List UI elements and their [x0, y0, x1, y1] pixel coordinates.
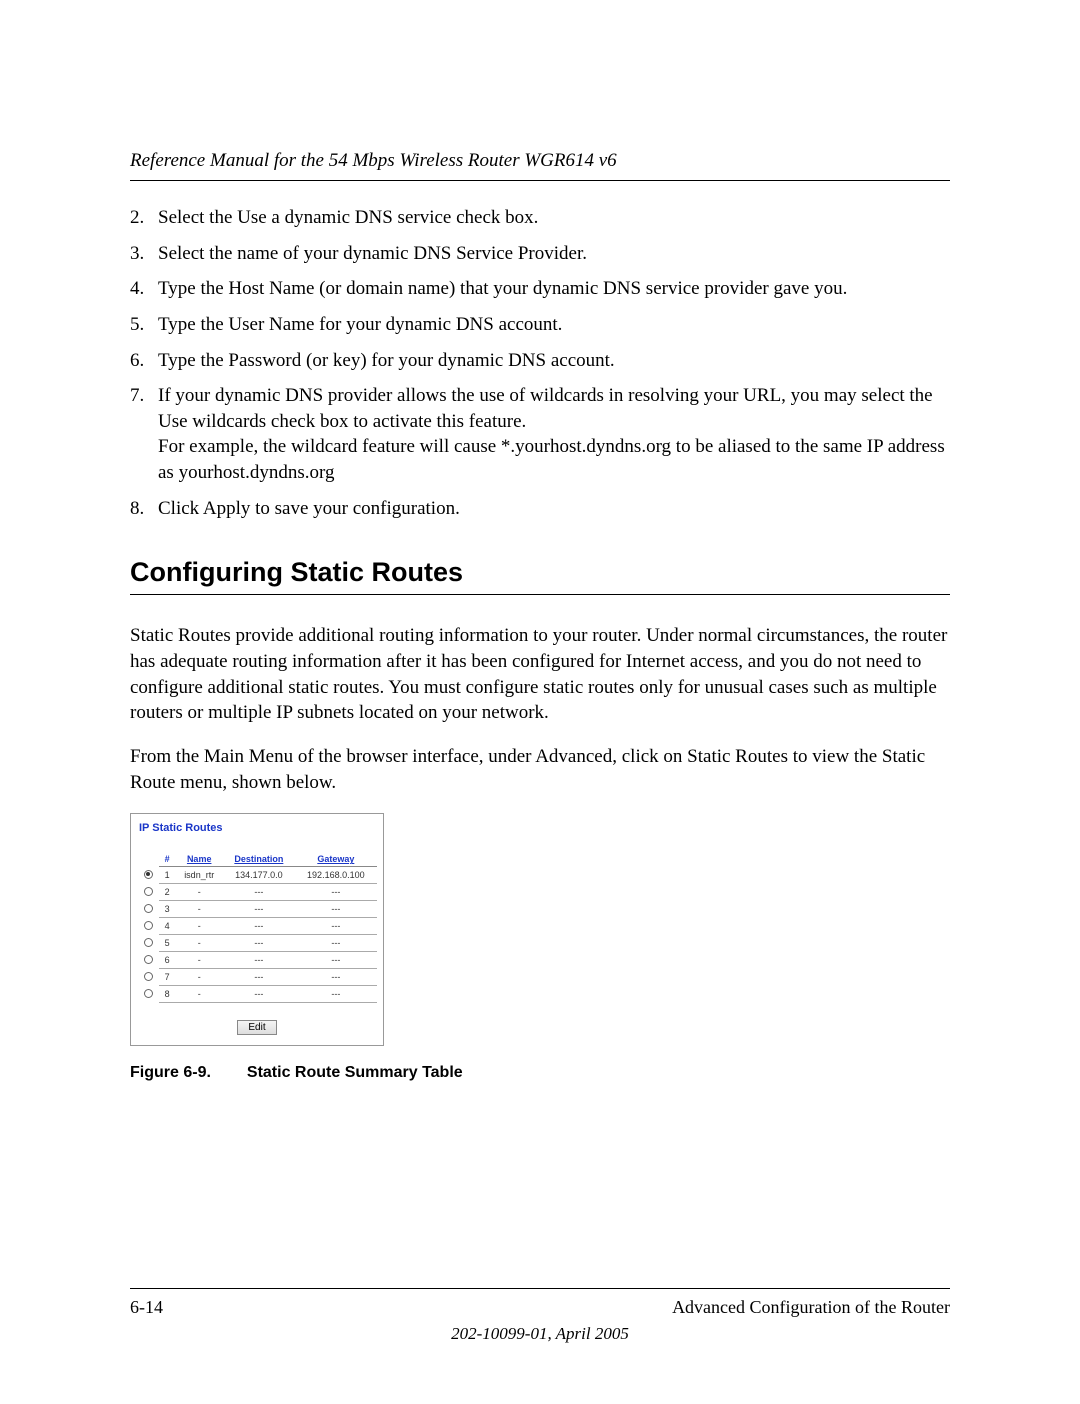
- row-gateway: ---: [295, 884, 377, 901]
- col-index: #: [159, 852, 175, 867]
- row-index: 3: [159, 901, 175, 918]
- row-select-radio[interactable]: [137, 986, 159, 1003]
- col-name: Name: [175, 852, 223, 867]
- col-select: [137, 852, 159, 867]
- static-routes-table: # Name Destination Gateway 1isdn_rtr134.…: [137, 852, 377, 1003]
- row-destination: ---: [223, 969, 295, 986]
- instruction-list: Select the Use a dynamic DNS service che…: [130, 205, 950, 521]
- radio-icon[interactable]: [144, 887, 153, 896]
- row-gateway: ---: [295, 986, 377, 1003]
- row-name: -: [175, 884, 223, 901]
- row-select-radio[interactable]: [137, 867, 159, 884]
- table-row: 1isdn_rtr134.177.0.0192.168.0.100: [137, 867, 377, 884]
- row-index: 5: [159, 935, 175, 952]
- step-2: Select the Use a dynamic DNS service che…: [130, 205, 950, 231]
- section-heading: Configuring Static Routes: [130, 557, 950, 588]
- edit-button[interactable]: Edit: [237, 1020, 276, 1035]
- row-name: -: [175, 901, 223, 918]
- section-paragraph-1: Static Routes provide additional routing…: [130, 623, 950, 726]
- header-rule: [130, 180, 950, 181]
- panel-title: IP Static Routes: [139, 822, 377, 834]
- static-routes-panel: IP Static Routes # Name Destination Gate…: [130, 813, 384, 1046]
- row-name: isdn_rtr: [175, 867, 223, 884]
- row-name: -: [175, 969, 223, 986]
- figure-caption-text: Static Route Summary Table: [247, 1064, 463, 1081]
- row-gateway: ---: [295, 969, 377, 986]
- row-select-radio[interactable]: [137, 918, 159, 935]
- table-row: 4-------: [137, 918, 377, 935]
- footer-rule: [130, 1288, 950, 1289]
- col-gateway: Gateway: [295, 852, 377, 867]
- step-8: Click Apply to save your configuration.: [130, 496, 950, 522]
- row-select-radio[interactable]: [137, 935, 159, 952]
- section-paragraph-2: From the Main Menu of the browser interf…: [130, 744, 950, 795]
- step-3: Select the name of your dynamic DNS Serv…: [130, 241, 950, 267]
- table-row: 2-------: [137, 884, 377, 901]
- table-row: 8-------: [137, 986, 377, 1003]
- row-index: 8: [159, 986, 175, 1003]
- row-select-radio[interactable]: [137, 952, 159, 969]
- row-gateway: ---: [295, 918, 377, 935]
- row-destination: 134.177.0.0: [223, 867, 295, 884]
- row-destination: ---: [223, 935, 295, 952]
- step-7: If your dynamic DNS provider allows the …: [130, 383, 950, 486]
- row-index: 4: [159, 918, 175, 935]
- row-destination: ---: [223, 901, 295, 918]
- document-id: 202-10099-01, April 2005: [130, 1324, 950, 1344]
- row-gateway: 192.168.0.100: [295, 867, 377, 884]
- row-name: -: [175, 935, 223, 952]
- radio-icon[interactable]: [144, 972, 153, 981]
- radio-icon[interactable]: [144, 921, 153, 930]
- table-row: 3-------: [137, 901, 377, 918]
- row-select-radio[interactable]: [137, 969, 159, 986]
- row-index: 6: [159, 952, 175, 969]
- radio-icon[interactable]: [144, 938, 153, 947]
- row-gateway: ---: [295, 901, 377, 918]
- row-select-radio[interactable]: [137, 901, 159, 918]
- figure-caption-prefix: Figure 6-9.: [130, 1064, 211, 1081]
- row-destination: ---: [223, 884, 295, 901]
- radio-icon[interactable]: [144, 955, 153, 964]
- radio-icon[interactable]: [144, 904, 153, 913]
- table-row: 5-------: [137, 935, 377, 952]
- row-name: -: [175, 952, 223, 969]
- row-destination: ---: [223, 986, 295, 1003]
- figure-caption: Figure 6-9. Static Route Summary Table: [130, 1064, 950, 1082]
- col-destination: Destination: [223, 852, 295, 867]
- row-select-radio[interactable]: [137, 884, 159, 901]
- page-number: 6-14: [130, 1297, 163, 1318]
- row-index: 7: [159, 969, 175, 986]
- row-index: 2: [159, 884, 175, 901]
- step-4: Type the Host Name (or domain name) that…: [130, 276, 950, 302]
- table-row: 7-------: [137, 969, 377, 986]
- section-rule: [130, 594, 950, 595]
- row-gateway: ---: [295, 935, 377, 952]
- footer-section-name: Advanced Configuration of the Router: [672, 1297, 950, 1318]
- row-name: -: [175, 986, 223, 1003]
- step-5: Type the User Name for your dynamic DNS …: [130, 312, 950, 338]
- row-name: -: [175, 918, 223, 935]
- step-6: Type the Password (or key) for your dyna…: [130, 348, 950, 374]
- row-destination: ---: [223, 952, 295, 969]
- page-footer: 6-14 Advanced Configuration of the Route…: [130, 1297, 950, 1318]
- table-row: 6-------: [137, 952, 377, 969]
- radio-icon[interactable]: [144, 870, 153, 879]
- row-index: 1: [159, 867, 175, 884]
- row-gateway: ---: [295, 952, 377, 969]
- radio-icon[interactable]: [144, 989, 153, 998]
- page-header-title: Reference Manual for the 54 Mbps Wireles…: [130, 150, 950, 172]
- row-destination: ---: [223, 918, 295, 935]
